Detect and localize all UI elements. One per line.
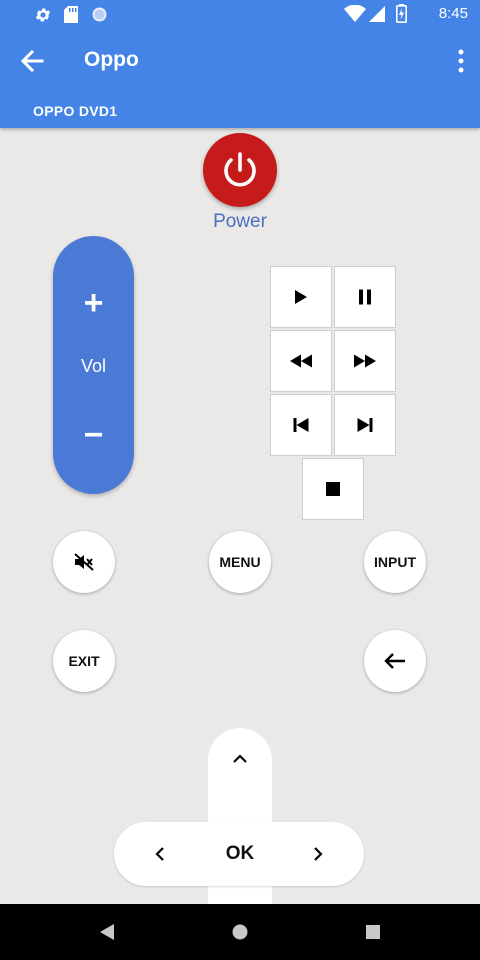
status-bar: 8:45 xyxy=(0,0,480,28)
stop-icon xyxy=(326,482,340,496)
volume-control: + Vol − xyxy=(53,236,134,494)
system-nav-bar xyxy=(0,904,480,960)
app-toolbar: Oppo xyxy=(0,28,480,94)
skip-next-icon xyxy=(357,418,373,432)
back-triangle-icon[interactable] xyxy=(100,924,114,940)
skip-next-button[interactable] xyxy=(334,394,396,456)
arrow-back-icon[interactable] xyxy=(16,45,48,77)
volume-up-button[interactable]: + xyxy=(53,284,134,323)
chevron-up-icon[interactable] xyxy=(233,754,247,764)
settings-icon xyxy=(35,8,51,22)
play-button[interactable] xyxy=(270,266,332,328)
ok-button[interactable]: OK xyxy=(208,822,272,886)
skip-previous-button[interactable] xyxy=(270,394,332,456)
recents-square-icon[interactable] xyxy=(366,925,380,939)
volume-label: Vol xyxy=(80,356,107,376)
pause-button[interactable] xyxy=(334,266,396,328)
circle-icon xyxy=(92,7,107,22)
play-icon xyxy=(295,290,307,304)
volume-off-icon xyxy=(74,553,94,571)
signal-icon xyxy=(369,6,385,22)
chevron-right-icon[interactable] xyxy=(313,847,323,861)
input-button[interactable]: INPUT xyxy=(364,531,426,593)
sd-card-icon xyxy=(64,6,78,23)
volume-down-button[interactable]: − xyxy=(53,416,134,455)
rewind-button[interactable] xyxy=(270,330,332,392)
power-icon xyxy=(224,152,256,187)
more-vert-icon[interactable] xyxy=(456,48,466,74)
return-button[interactable] xyxy=(364,630,426,692)
page-title: Oppo xyxy=(84,48,139,71)
arrow-left-icon xyxy=(384,653,405,669)
exit-button[interactable]: EXIT xyxy=(53,630,115,692)
power-button[interactable] xyxy=(203,133,277,207)
pause-icon xyxy=(359,289,371,305)
fast-forward-button[interactable] xyxy=(334,330,396,392)
chevron-left-icon[interactable] xyxy=(155,847,165,861)
device-bar: OPPO DVD1 xyxy=(0,94,480,128)
stop-button[interactable] xyxy=(302,458,364,520)
mute-button[interactable] xyxy=(53,531,115,593)
menu-button[interactable]: MENU xyxy=(209,531,271,593)
fast-forward-icon xyxy=(354,354,376,368)
wifi-icon xyxy=(344,5,366,22)
device-name[interactable]: OPPO DVD1 xyxy=(33,103,117,119)
power-label: Power xyxy=(213,211,267,232)
skip-previous-icon xyxy=(293,418,309,432)
rewind-icon xyxy=(290,354,312,368)
status-time: 8:45 xyxy=(438,5,468,22)
battery-charging-icon xyxy=(396,4,407,23)
home-circle-icon[interactable] xyxy=(232,924,248,940)
